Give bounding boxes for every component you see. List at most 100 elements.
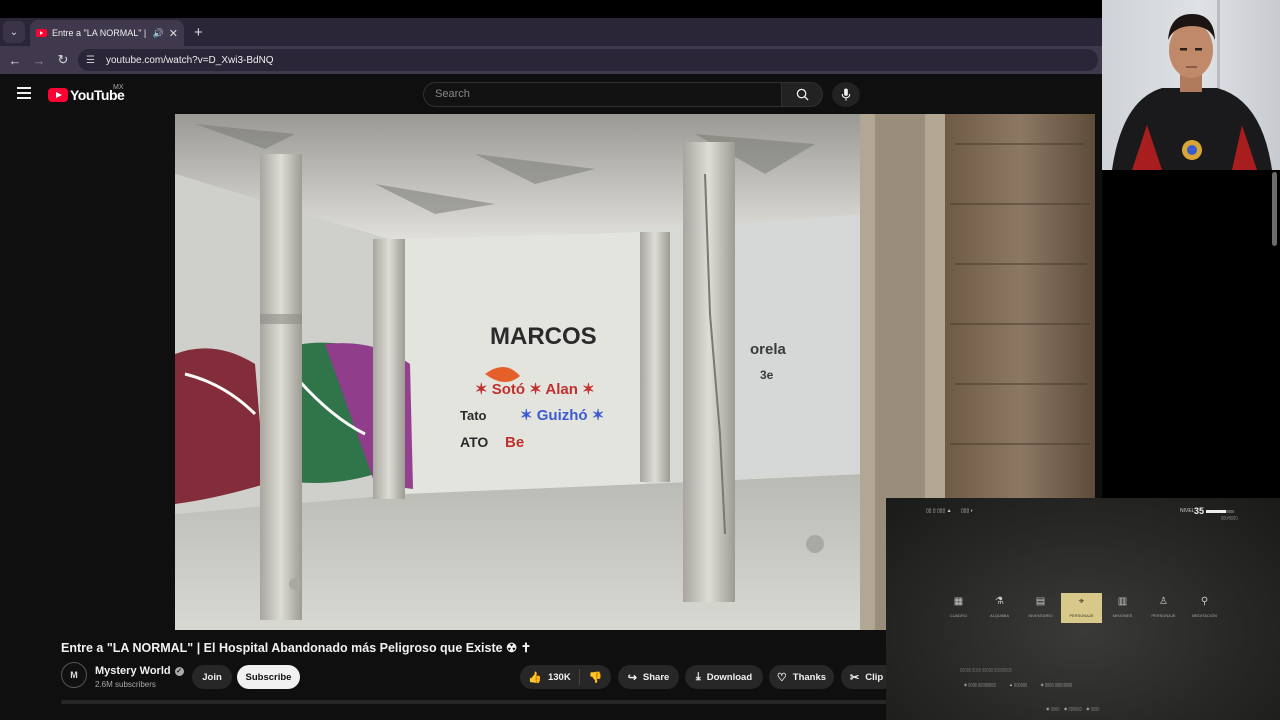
tab-title: Entre a "LA NORMAL" | El Hospital Abando…: [52, 28, 148, 38]
thanks-label: Thanks: [792, 671, 827, 683]
game-menu-item-label: MISIONES: [1112, 613, 1133, 618]
like-count: 130K: [547, 671, 571, 683]
browser-tab-bar: ⌄ Entre a "LA NORMAL" | El Hospital Aban…: [0, 18, 1102, 46]
reload-icon[interactable]: ↻: [51, 52, 75, 68]
chevron-down-icon: ⌄: [9, 26, 19, 38]
game-menu-item-label: PERSONAJE: [1069, 613, 1094, 618]
like-button[interactable]: 👍 130K: [520, 669, 580, 685]
game-menu-item-label: ALQUIMIA: [989, 613, 1010, 618]
search-icon: [796, 88, 809, 101]
crosshair-icon: ⌖: [1078, 596, 1085, 607]
clip-label: Clip: [865, 671, 884, 683]
game-menu-item[interactable]: ▤ INVENTARIO: [1020, 593, 1061, 623]
plus-icon: +: [194, 23, 203, 41]
thumbs-down-icon: 👎: [588, 671, 603, 684]
forward-icon[interactable]: →: [27, 53, 51, 68]
game-weight-readout: ▯▯▯ ◐: [961, 508, 974, 514]
game-capture-overlay: ▯▯ ▯ ▯▯▯ ▲ ▯▯▯ ◐ NIVEL 35 ▯▯▯/▯▯▯▯ ▦ CUAD…: [886, 498, 1280, 720]
window-top-strip: [0, 0, 1102, 18]
svg-text:MARCOS: MARCOS: [490, 323, 597, 350]
subscriber-count: 2.6M subscribers: [95, 680, 156, 689]
svg-text:✶ Guizhó ✶: ✶ Guizhó ✶: [520, 407, 604, 424]
new-tab-button[interactable]: +: [194, 24, 203, 41]
dislike-button[interactable]: 👎: [580, 671, 611, 684]
game-menu-item-label: CUADRO: [949, 613, 968, 618]
hamburger-menu-icon[interactable]: [17, 87, 31, 99]
channel-logo-icon: M: [70, 670, 78, 680]
browser-toolbar: ← → ↻ ☰ youtube.com/watch?v=D_Xwi3-BdNQ: [0, 46, 1102, 74]
game-main-menu: ▦ CUADRO ⚗ ALQUIMIA ▤ INVENTARIO ⌖ PERSONAJE ▥ MI…: [938, 593, 1228, 623]
share-icon: ↪: [627, 671, 637, 684]
svg-text:Be: Be: [505, 434, 524, 451]
download-label: Download: [706, 671, 753, 683]
game-xp-bar: [1206, 510, 1234, 513]
game-level-value: 35: [1194, 506, 1205, 516]
svg-text:ATO: ATO: [460, 434, 488, 450]
microphone-icon: [841, 88, 851, 101]
search-button[interactable]: [781, 82, 823, 107]
game-menu-item-label: MEDITACIÓN: [1192, 613, 1217, 618]
channel-avatar[interactable]: M: [61, 662, 87, 688]
url-text: youtube.com/watch?v=D_Xwi3-BdNQ: [106, 54, 274, 66]
close-icon[interactable]: ✕: [169, 27, 178, 40]
youtube-header: YouTube MX Search: [0, 74, 1102, 114]
download-button[interactable]: ⤓ Download: [685, 665, 763, 689]
webcam-overlay: [1102, 0, 1280, 170]
inventory-icon: ▤: [1035, 596, 1046, 607]
game-hint-text: ▯▯▯▯▯ ▯▯▯▯ ▯▯▯▯▯ ▯▯▯▯▯▯▯▯: [960, 667, 1012, 672]
game-menu-item[interactable]: ♙ PERSONAJE: [1143, 593, 1184, 623]
svg-text:✶ Sotó ✶ Alan ✶: ✶ Sotó ✶ Alan ✶: [475, 381, 595, 398]
speaker-icon[interactable]: 🔊: [153, 28, 164, 39]
thanks-button[interactable]: ♡ Thanks: [769, 665, 834, 689]
game-xp-bar-fill: [1206, 510, 1226, 513]
download-icon: ⤓: [695, 670, 701, 683]
game-menu-item[interactable]: ▥ MISIONES: [1102, 593, 1143, 623]
verified-check-icon: ✓: [174, 666, 184, 676]
subscribe-button[interactable]: Subscribe: [237, 665, 300, 689]
join-button[interactable]: Join: [192, 665, 232, 689]
game-currency-readout: ▯▯ ▯ ▯▯▯ ▲: [926, 508, 952, 514]
game-menu-item[interactable]: ⌖ PERSONAJE: [1061, 593, 1102, 623]
game-option-row: ◈ ▯▯▯▯ ▯▯▯▯▯▯▯▯ ▲ ▯▯▯▯▯▯ ◈ ▯▯▯▯ ▯▯▯▯▯▯▯▯: [964, 682, 1073, 687]
scissors-icon: ✂: [850, 671, 860, 684]
game-level-label: NIVEL: [1180, 508, 1195, 514]
tab-search-button[interactable]: ⌄: [3, 21, 25, 43]
description-box-edge: [61, 700, 891, 704]
svg-text:orela: orela: [750, 341, 787, 358]
share-label: Share: [642, 671, 670, 683]
game-xp-readout: ▯▯▯/▯▯▯▯: [1221, 515, 1238, 520]
join-label: Join: [202, 671, 222, 683]
channel-name-link[interactable]: Mystery World ✓: [95, 665, 184, 677]
youtube-play-icon: [48, 88, 68, 102]
svg-text:Tato: Tato: [460, 408, 487, 423]
game-menu-item-label: INVENTARIO: [1028, 613, 1053, 618]
search-input[interactable]: Search: [423, 82, 782, 107]
youtube-favicon-icon: [36, 29, 47, 37]
game-controls-hint: ◉ ▯▯▯▯ ◉ ▯▯▯▯▯▯ ◉ ▯▯▯▯: [1046, 706, 1100, 711]
game-menu-item[interactable]: ▦ CUADRO: [938, 593, 979, 623]
site-info-icon[interactable]: ☰: [86, 55, 98, 66]
like-dislike-group: 👍 130K 👎: [520, 665, 611, 689]
subscribe-label: Subscribe: [245, 671, 292, 683]
back-icon[interactable]: ←: [3, 53, 27, 68]
thumbs-up-icon: 👍: [528, 671, 542, 684]
thanks-icon: ♡: [776, 671, 787, 684]
character-icon: ♙: [1159, 596, 1168, 607]
address-bar[interactable]: ☰ youtube.com/watch?v=D_Xwi3-BdNQ: [78, 49, 1098, 71]
webcam-person-image: [1112, 0, 1272, 170]
book-icon: ▥: [1117, 596, 1128, 607]
game-menu-item[interactable]: ⚲ MEDITACIÓN: [1184, 593, 1225, 623]
scrollbar-thumb[interactable]: [1272, 172, 1277, 246]
svg-text:3e: 3e: [760, 368, 774, 382]
share-button[interactable]: ↪ Share: [618, 665, 679, 689]
meditation-icon: ⚲: [1200, 596, 1209, 607]
video-title: Entre a "LA NORMAL" | El Hospital Abando…: [61, 641, 532, 655]
game-menu-item[interactable]: ⚗ ALQUIMIA: [979, 593, 1020, 623]
browser-tab-active[interactable]: Entre a "LA NORMAL" | El Hospital Abando…: [30, 20, 184, 46]
map-icon: ▦: [953, 596, 964, 607]
voice-search-button[interactable]: [832, 82, 860, 107]
country-code: MX: [113, 84, 124, 91]
game-menu-item-label: PERSONAJE: [1151, 613, 1176, 618]
screen: ⌄ Entre a "LA NORMAL" | El Hospital Aban…: [0, 0, 1280, 720]
channel-name: Mystery World: [95, 665, 171, 677]
